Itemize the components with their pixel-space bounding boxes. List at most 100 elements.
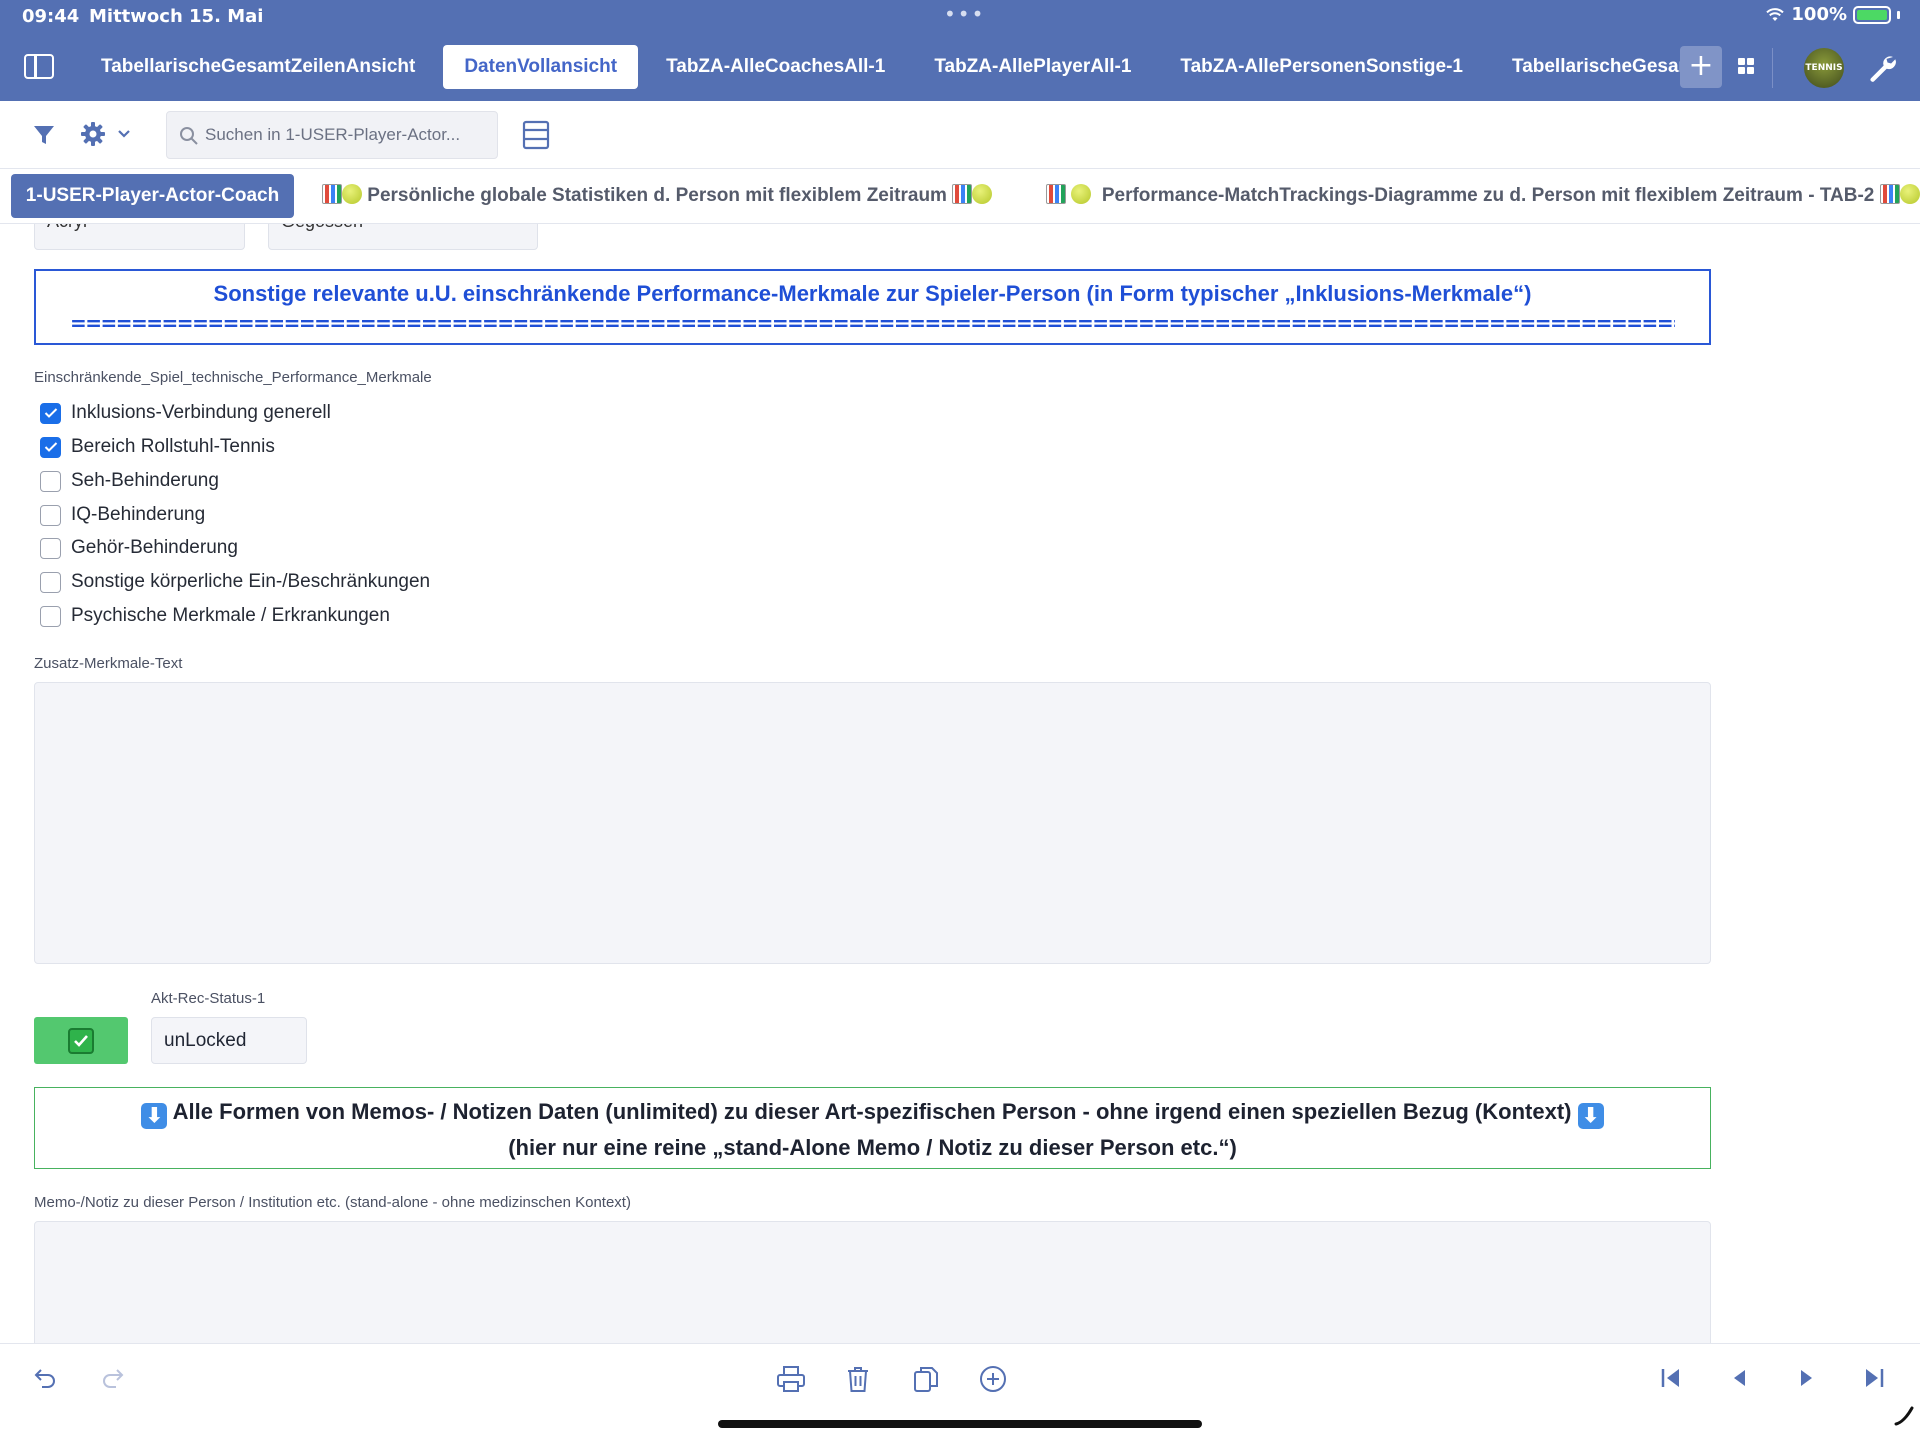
rec-status-field[interactable]: unLocked (151, 1017, 307, 1064)
memo-header-line1: ⬇ Alle Formen von Memos- / Notizen Daten… (35, 1099, 1710, 1129)
tennis-ball-icon (972, 184, 993, 204)
tab-alle-personen-sonstige[interactable]: TabZA-AllePersonenSonstige-1 (1159, 45, 1484, 89)
duplicate-icon[interactable] (912, 1365, 940, 1393)
home-indicator (718, 1420, 1202, 1428)
check-icon (68, 1027, 94, 1054)
checkbox-label: Sonstige körperliche Ein-/Beschränkungen (71, 571, 431, 592)
memo-textarea[interactable] (34, 1221, 1711, 1343)
status-time: 09:44 (22, 6, 80, 27)
battery-percent: 100% (1791, 4, 1847, 25)
tab-user-player-actor-coach[interactable]: 1-USER-Player-Actor-Coach (11, 174, 294, 218)
checkbox-checked[interactable] (40, 402, 61, 424)
tab-alle-player[interactable]: TabZA-AllePlayerAll-1 (913, 45, 1152, 89)
layout-tabs: TabellarischeGesamtZeilenAnsicht DatenVol… (80, 45, 1680, 91)
tennis-ball-icon (342, 184, 362, 204)
tab-datenvollansicht[interactable]: DatenVollansicht (443, 45, 639, 89)
tab-alle-coaches[interactable]: TabZA-AlleCoachesAll-1 (645, 45, 906, 89)
checkbox-checked[interactable] (40, 436, 61, 458)
select-belag[interactable]: Acryl (34, 224, 245, 250)
section-title: Sonstige relevante u.U. einschränkende P… (213, 281, 1532, 306)
memo-label: Memo-/Notiz zu dieser Person / Instituti… (34, 1194, 631, 1211)
view-tabs: 1-USER-Player-Actor-Coach Persönliche gl… (0, 169, 1920, 224)
list-layout-icon[interactable] (522, 120, 550, 150)
wifi-icon (1766, 7, 1785, 21)
add-tab-button[interactable]: + (1680, 46, 1722, 88)
section-rule: ========================================… (70, 311, 1675, 335)
chart-icon (952, 184, 973, 204)
avatar[interactable]: TENNIS (1804, 48, 1844, 88)
last-record-icon[interactable] (1862, 1365, 1886, 1391)
checkbox-label: Gehör-Behinderung (71, 537, 238, 558)
divider (1772, 48, 1773, 88)
tab-persoenliche-statistiken[interactable]: Persönliche globale Statistiken d. Perso… (322, 174, 993, 218)
checkbox-label: Inklusions-Verbindung generell (71, 402, 331, 423)
tab-performance-diagramme-label: Performance-MatchTrackings-Diagramme zu … (1101, 185, 1875, 206)
search-icon (180, 127, 198, 145)
checkbox-gehoer[interactable]: Gehör-Behinderung (40, 535, 238, 561)
checkbox-group-label: Einschränkende_Spiel_technische_Performa… (34, 369, 432, 386)
checkbox-unchecked[interactable] (40, 605, 61, 627)
status-indicators: 100% (1765, 4, 1900, 25)
chevron-down-icon[interactable] (117, 129, 131, 139)
checkbox-iq[interactable]: IQ-Behinderung (40, 502, 205, 528)
status-date: Mittwoch 15. Mai (89, 6, 264, 27)
arrow-down-icon: ⬇ (141, 1103, 168, 1129)
zusatz-textarea[interactable] (34, 682, 1711, 964)
sidebar-toggle-icon[interactable] (24, 54, 54, 79)
chart-icon (1046, 184, 1066, 204)
battery-icon (1853, 5, 1891, 24)
memo-section-header: ⬇ Alle Formen von Memos- / Notizen Daten… (34, 1087, 1711, 1169)
checkbox-unchecked[interactable] (40, 504, 61, 526)
record-form: Acryl Gegossen Sonstige relevante u.U. e… (0, 224, 1920, 1343)
checkbox-unchecked[interactable] (40, 537, 61, 559)
add-record-icon[interactable] (979, 1365, 1007, 1393)
checkbox-unchecked[interactable] (40, 571, 61, 593)
checkbox-koerperlich[interactable]: Sonstige körperliche Ein-/Beschränkungen (40, 569, 430, 595)
arrow-down-icon: ⬇ (1577, 1103, 1604, 1129)
checkbox-label: Seh-Behinderung (71, 470, 219, 491)
record-status-button[interactable] (34, 1017, 128, 1064)
checkbox-rollstuhl[interactable]: Bereich Rollstuhl-Tennis (40, 434, 275, 460)
tennis-ball-icon (1071, 184, 1092, 204)
trash-icon[interactable] (846, 1365, 870, 1393)
pencil-icon[interactable] (1893, 1405, 1915, 1427)
tab-persoenliche-statistiken-label: Persönliche globale Statistiken d. Perso… (367, 185, 947, 206)
memo-header-text1: Alle Formen von Memos- / Notizen Daten (… (172, 1099, 1572, 1124)
first-record-icon[interactable] (1659, 1365, 1683, 1391)
memo-header-line2: (hier nur eine reine „stand-Alone Memo /… (508, 1135, 1237, 1160)
battery-nub (1897, 10, 1900, 19)
redo-icon[interactable] (100, 1365, 126, 1391)
select-herstellung[interactable]: Gegossen (268, 224, 538, 250)
next-record-icon[interactable] (1797, 1365, 1817, 1391)
multitasking-dots-icon[interactable]: ••• (944, 2, 985, 26)
checkbox-seh[interactable]: Seh-Behinderung (40, 468, 219, 494)
checkbox-unchecked[interactable] (40, 470, 61, 492)
tennis-ball-icon (1899, 184, 1920, 204)
app-header: 09:44 Mittwoch 15. Mai ••• 100% Tabellar… (0, 0, 1920, 101)
checkmark-icon (44, 408, 57, 418)
grid-icon[interactable] (1738, 58, 1754, 74)
search-input[interactable] (205, 112, 490, 158)
toolbar (0, 101, 1920, 169)
wrench-icon[interactable] (1866, 52, 1898, 84)
tab-tabellarische-gesamt[interactable]: TabellarischeGesamtZeilenAnsicht (80, 45, 436, 89)
undo-icon[interactable] (32, 1365, 58, 1391)
filter-icon[interactable] (32, 123, 56, 147)
section-header-box: Sonstige relevante u.U. einschränkende P… (34, 269, 1711, 345)
checkbox-psychisch[interactable]: Psychische Merkmale / Erkrankungen (40, 603, 390, 629)
previous-record-icon[interactable] (1729, 1365, 1749, 1391)
checkbox-inklusion[interactable]: Inklusions-Verbindung generell (40, 400, 331, 426)
zusatz-label: Zusatz-Merkmale-Text (34, 655, 183, 672)
checkmark-icon (44, 442, 57, 452)
chart-icon (322, 184, 342, 204)
checkbox-label: Bereich Rollstuhl-Tennis (71, 436, 275, 457)
checkbox-label: Psychische Merkmale / Erkrankungen (71, 605, 390, 626)
tab-tabellarische-gesamt-2[interactable]: TabellarischeGesamtZe (1491, 45, 1680, 89)
print-icon[interactable] (776, 1365, 806, 1393)
rec-status-label: Akt-Rec-Status-1 (151, 990, 266, 1007)
checkbox-label: IQ-Behinderung (71, 504, 206, 525)
search-box (166, 111, 498, 159)
tab-performance-diagramme[interactable]: Performance-MatchTrackings-Diagramme zu … (1046, 174, 1920, 218)
chart-icon (1879, 184, 1900, 204)
gear-icon[interactable] (80, 121, 106, 147)
